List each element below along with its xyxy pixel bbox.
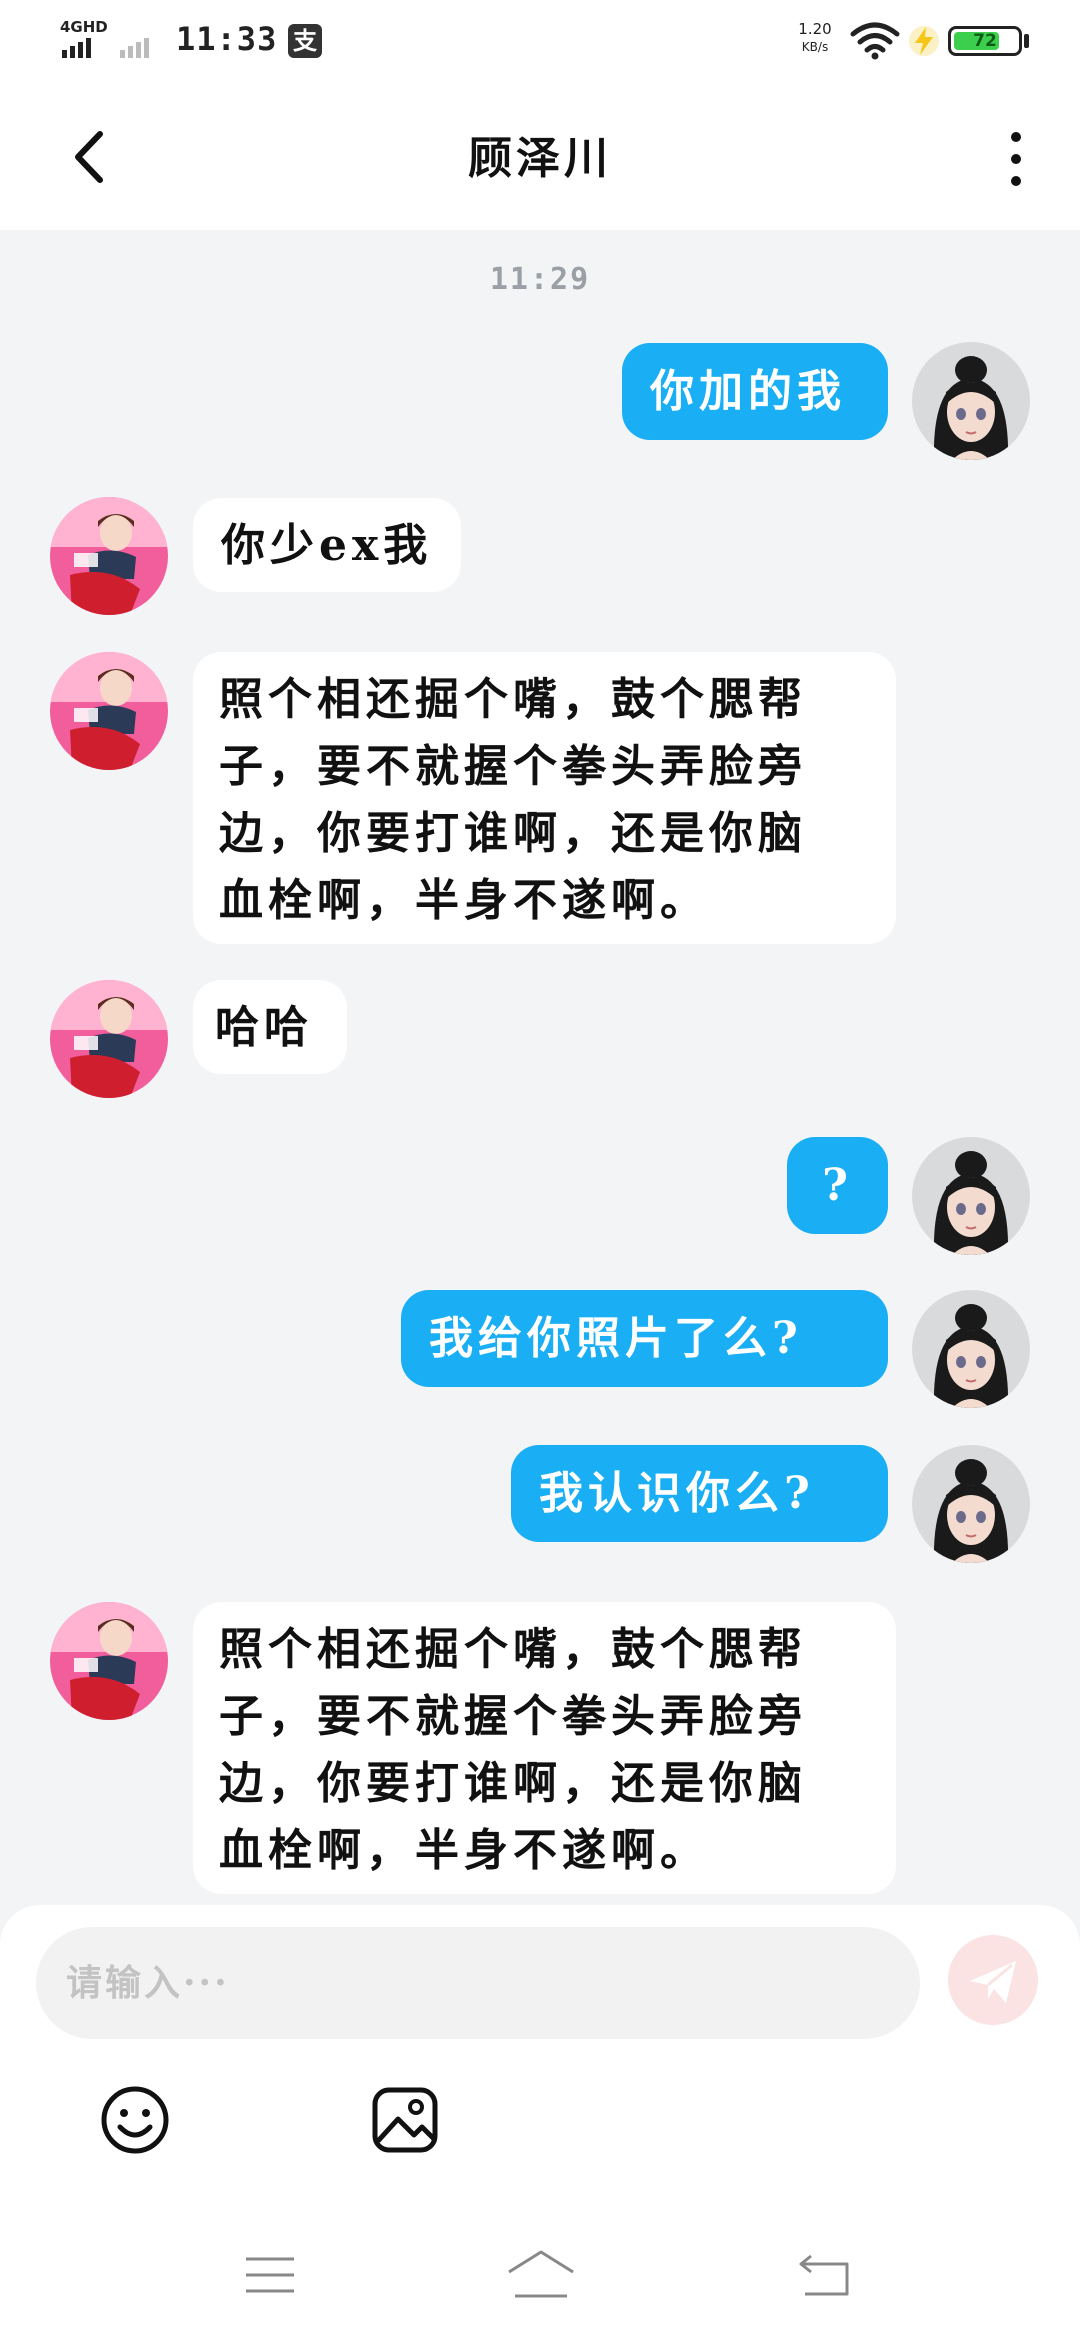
- girl-avatar-image: [912, 1137, 1030, 1255]
- battery-percent: 72: [973, 31, 997, 51]
- emoji-icon[interactable]: [100, 2085, 170, 2155]
- incoming-message[interactable]: 照个相还掘个嘴，鼓个腮帮 子，要不就握个拳头弄脸旁 边，你要打谁啊，还是你脑 血…: [193, 652, 896, 944]
- system-nav-bar: [0, 2160, 1080, 2340]
- message-text: 你少ex我: [221, 520, 433, 571]
- back-icon[interactable]: [797, 2252, 853, 2298]
- home-icon[interactable]: [505, 2248, 577, 2300]
- outgoing-message[interactable]: 我认识你么?: [511, 1445, 888, 1542]
- my-avatar[interactable]: [912, 1445, 1030, 1563]
- message-line: 血栓啊，半身不遂啊。: [219, 875, 709, 926]
- more-options-button[interactable]: [995, 124, 1035, 194]
- page-title: 顾泽川: [468, 133, 612, 184]
- chat-header: 顾泽川: [0, 80, 1080, 230]
- message-text: 我认识你么?: [539, 1468, 815, 1519]
- boy-avatar-image: [50, 497, 168, 615]
- message-text: ?: [822, 1160, 853, 1211]
- network-speed-unit: KB/s: [801, 40, 829, 54]
- girl-avatar-image: [912, 1290, 1030, 1408]
- outgoing-message[interactable]: 你加的我: [622, 343, 888, 440]
- message-text: 你加的我: [650, 366, 846, 417]
- battery-icon: 72: [948, 26, 1022, 56]
- my-avatar[interactable]: [912, 1137, 1030, 1255]
- outgoing-message[interactable]: 我给你照片了么?: [401, 1290, 888, 1387]
- message-text: 哈哈: [215, 1002, 313, 1053]
- status-bar: 4GHD 11:33 支 1.20 KB/s 72: [0, 0, 1080, 80]
- outgoing-message[interactable]: ?: [787, 1137, 888, 1234]
- girl-avatar-image: [912, 342, 1030, 460]
- message-text: 我给你照片了么?: [429, 1313, 803, 1364]
- more-dot: [1011, 176, 1021, 186]
- incoming-message[interactable]: 你少ex我: [193, 498, 461, 592]
- incoming-message[interactable]: 哈哈: [193, 980, 347, 1074]
- signal-icon: [62, 38, 149, 58]
- boy-avatar-image: [50, 980, 168, 1098]
- my-avatar[interactable]: [912, 1290, 1030, 1408]
- input-bar: 请输入···: [0, 1905, 1080, 2160]
- more-dot: [1011, 154, 1021, 164]
- more-dot: [1011, 132, 1021, 142]
- send-icon: [970, 1961, 1016, 2003]
- menu-icon[interactable]: [244, 2255, 296, 2295]
- message-input[interactable]: 请输入···: [36, 1927, 920, 2039]
- incoming-message[interactable]: 照个相还掘个嘴，鼓个腮帮 子，要不就握个拳头弄脸旁 边，你要打谁啊，还是你脑 血…: [193, 1602, 896, 1894]
- girl-avatar-image: [912, 1445, 1030, 1563]
- boy-avatar-image: [50, 652, 168, 770]
- contact-avatar[interactable]: [50, 1602, 168, 1720]
- image-icon[interactable]: [370, 2085, 440, 2155]
- network-speed: 1.20 KB/s: [790, 20, 840, 56]
- message-line: 照个相还掘个嘴，鼓个腮帮: [219, 674, 807, 725]
- message-timestamp: 11:29: [489, 262, 591, 297]
- contact-avatar[interactable]: [50, 980, 168, 1098]
- network-speed-value: 1.20: [798, 20, 832, 38]
- message-line: 子，要不就握个拳头弄脸旁: [219, 741, 807, 792]
- my-avatar[interactable]: [912, 342, 1030, 460]
- message-line: 子，要不就握个拳头弄脸旁: [219, 1691, 807, 1742]
- contact-avatar[interactable]: [50, 652, 168, 770]
- alipay-icon: 支: [288, 24, 322, 58]
- charging-icon: [909, 26, 939, 56]
- message-line: 血栓啊，半身不遂啊。: [219, 1825, 709, 1876]
- wifi-icon: [850, 22, 900, 60]
- message-line: 照个相还掘个嘴，鼓个腮帮: [219, 1624, 807, 1675]
- status-time: 11:33: [176, 20, 278, 58]
- message-line: 边，你要打谁啊，还是你脑: [219, 1758, 807, 1809]
- battery-cap: [1024, 34, 1029, 48]
- contact-avatar[interactable]: [50, 497, 168, 615]
- send-button[interactable]: [948, 1935, 1038, 2025]
- chat-area[interactable]: 11:29 你加的我 你少ex我 照个相还掘个嘴，鼓个腮帮 子，要不就握个拳头弄…: [0, 230, 1080, 1905]
- message-line: 边，你要打谁啊，还是你脑: [219, 808, 807, 859]
- boy-avatar-image: [50, 1602, 168, 1720]
